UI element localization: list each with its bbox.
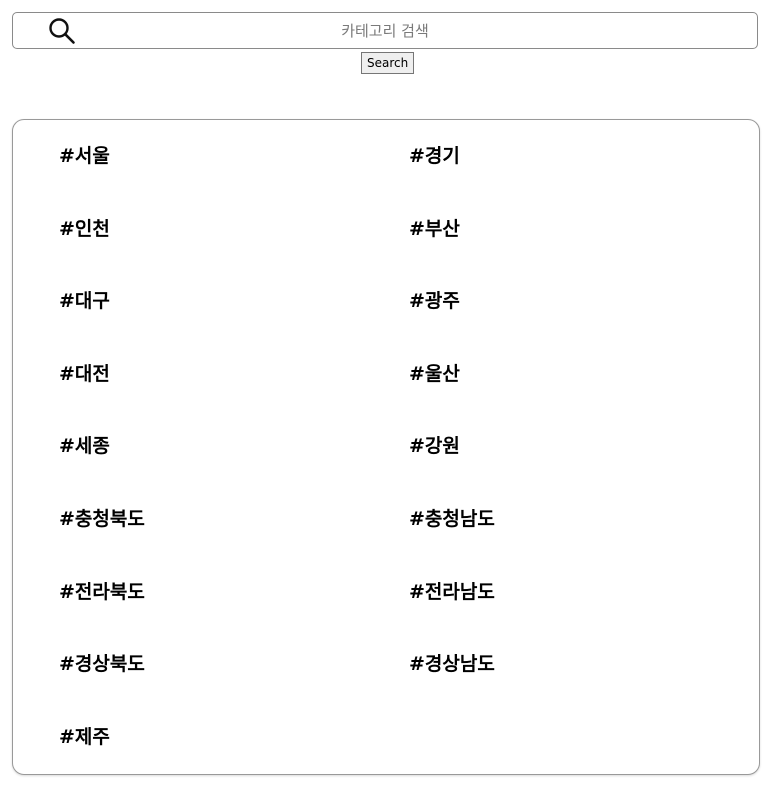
- search-bar: [12, 12, 758, 49]
- category-item-sejong[interactable]: #세종: [59, 434, 409, 507]
- category-item-jeonnam[interactable]: #전라남도: [409, 580, 759, 653]
- category-item-busan[interactable]: #부산: [409, 217, 759, 290]
- category-item-daegu[interactable]: #대구: [59, 289, 409, 362]
- category-item-gangwon[interactable]: #강원: [409, 434, 759, 507]
- category-item-jeju[interactable]: #제주: [59, 725, 409, 797]
- category-item-jeonbuk[interactable]: #전라북도: [59, 580, 409, 653]
- category-list: #서울 #경기 #인천 #부산 #대구 #광주 #대전 #울산 #세종 #강원 #충청북도 #충청남도…: [59, 144, 759, 797]
- category-item-gwangju[interactable]: #광주: [409, 289, 759, 362]
- category-item-incheon[interactable]: #인천: [59, 217, 409, 290]
- category-item-gyeongnam[interactable]: #경상남도: [409, 652, 759, 725]
- category-item-ulsan[interactable]: #울산: [409, 362, 759, 435]
- category-item-gyeongbuk[interactable]: #경상북도: [59, 652, 409, 725]
- search-button[interactable]: Search: [361, 52, 415, 74]
- category-item-gyeonggi[interactable]: #경기: [409, 144, 759, 217]
- category-item-daejeon[interactable]: #대전: [59, 362, 409, 435]
- search-icon[interactable]: [48, 17, 76, 45]
- category-item-chungbuk[interactable]: #충청북도: [59, 507, 409, 580]
- category-item-seoul[interactable]: #서울: [59, 144, 409, 217]
- category-panel: #서울 #경기 #인천 #부산 #대구 #광주 #대전 #울산 #세종 #강원 #충청북도 #충청남도…: [12, 119, 760, 775]
- category-item-chungnam[interactable]: #충청남도: [409, 507, 759, 580]
- search-input[interactable]: [83, 13, 687, 48]
